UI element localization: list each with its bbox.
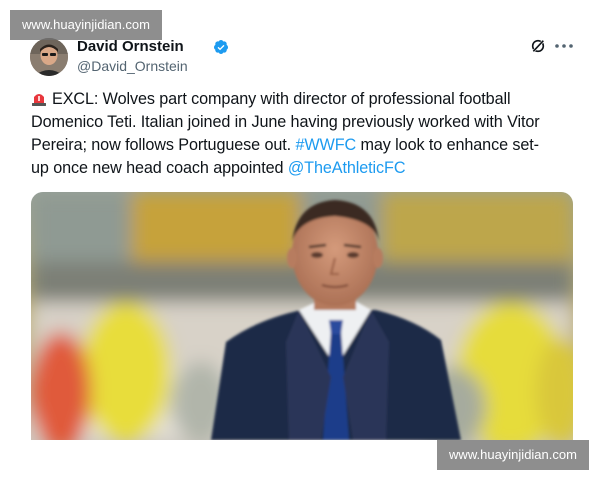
watermark-bottom: www.huayinjidian.com bbox=[437, 440, 589, 470]
author-avatar[interactable] bbox=[30, 38, 68, 76]
more-options-icon[interactable] bbox=[554, 38, 574, 54]
hashtag-link[interactable]: #WWFC bbox=[295, 136, 356, 154]
tweet-media-photo[interactable] bbox=[31, 192, 573, 440]
police-light-emoji bbox=[32, 94, 46, 106]
grok-icon[interactable] bbox=[530, 38, 546, 54]
tweet-line-3: Pereira; now follows Portuguese out. #WW… bbox=[31, 134, 576, 157]
mention-link[interactable]: @TheAthleticFC bbox=[288, 159, 406, 177]
watermark-top: www.huayinjidian.com bbox=[10, 10, 162, 40]
tweet-screenshot: David Ornstein @David_Ornstein EXCL: Wol… bbox=[0, 0, 600, 480]
tweet-line-2: Domenico Teti. Italian joined in June ha… bbox=[31, 111, 576, 134]
tweet-text-line1: EXCL: Wolves part company with director … bbox=[52, 90, 511, 108]
tweet-text: EXCL: Wolves part company with director … bbox=[31, 88, 576, 180]
tweet-text-line2: Domenico Teti. Italian joined in June ha… bbox=[31, 113, 540, 131]
tweet-text-line4: up once new head coach appointed bbox=[31, 159, 284, 177]
photo-man-in-suit bbox=[31, 192, 573, 440]
author-handle[interactable]: @David_Ornstein bbox=[77, 58, 188, 74]
tweet-header: David Ornstein @David_Ornstein bbox=[30, 38, 575, 78]
tweet-text-line3: Pereira; now follows Portuguese out. bbox=[31, 136, 292, 154]
verified-badge-icon bbox=[213, 40, 228, 54]
tweet-line-4: up once new head coach appointed @TheAth… bbox=[31, 157, 576, 180]
tweet-line-1: EXCL: Wolves part company with director … bbox=[31, 88, 576, 111]
author-name[interactable]: David Ornstein bbox=[77, 38, 184, 55]
tweet-text-line3-after: may look to enhance set- bbox=[360, 136, 540, 154]
